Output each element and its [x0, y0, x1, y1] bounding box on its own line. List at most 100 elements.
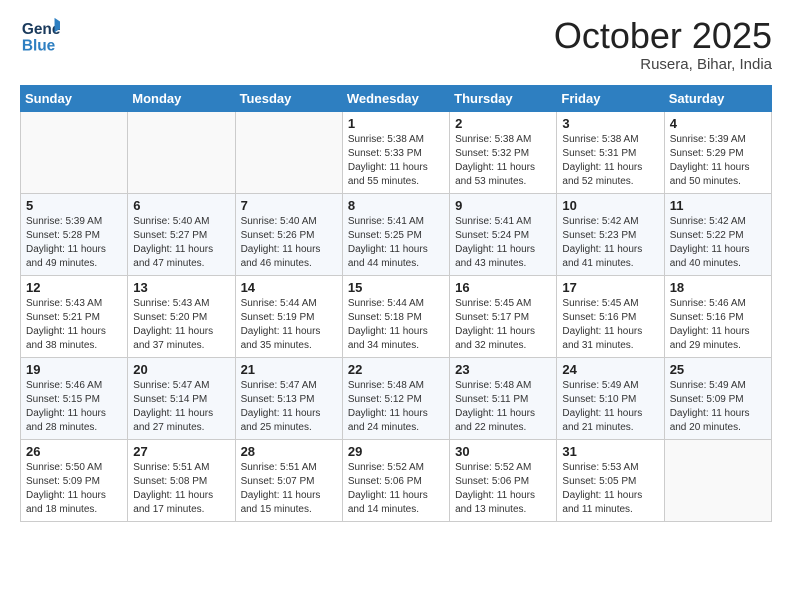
day-number: 25	[670, 362, 766, 377]
column-header-monday: Monday	[128, 85, 235, 111]
calendar-cell: 21 Sunrise: 5:47 AMSunset: 5:13 PMDayligh…	[235, 357, 342, 439]
calendar-cell: 10 Sunrise: 5:42 AMSunset: 5:23 PMDayligh…	[557, 193, 664, 275]
day-number: 18	[670, 280, 766, 295]
day-number: 20	[133, 362, 229, 377]
header: General Blue October 2025 Rusera, Bihar,…	[20, 16, 772, 73]
day-info: Sunrise: 5:51 AMSunset: 5:07 PMDaylight:…	[241, 461, 337, 517]
day-info: Sunrise: 5:40 AMSunset: 5:27 PMDaylight:…	[133, 215, 229, 271]
calendar-cell	[664, 439, 771, 521]
day-info: Sunrise: 5:42 AMSunset: 5:23 PMDaylight:…	[562, 215, 658, 271]
day-info: Sunrise: 5:41 AMSunset: 5:24 PMDaylight:…	[455, 215, 551, 271]
day-number: 13	[133, 280, 229, 295]
calendar-cell: 27 Sunrise: 5:51 AMSunset: 5:08 PMDayligh…	[128, 439, 235, 521]
calendar-cell: 20Sunrise: 5:47 AMSunset: 5:14 PMDayligh…	[128, 357, 235, 439]
column-header-saturday: Saturday	[664, 85, 771, 111]
calendar-header-row: SundayMondayTuesdayWednesdayThursdayFrid…	[21, 85, 772, 111]
calendar-cell: 30Sunrise: 5:52 AMSunset: 5:06 PMDayligh…	[450, 439, 557, 521]
day-info: Sunrise: 5:50 AMSunset: 5:09 PMDaylight:…	[26, 461, 122, 517]
day-number: 1	[348, 116, 444, 131]
calendar-cell: 3 Sunrise: 5:38 AMSunset: 5:31 PMDaylight…	[557, 111, 664, 193]
day-info: Sunrise: 5:38 AMSunset: 5:31 PMDaylight:…	[562, 133, 658, 189]
calendar-cell	[128, 111, 235, 193]
day-number: 24	[562, 362, 658, 377]
calendar-cell: 2Sunrise: 5:38 AMSunset: 5:32 PMDaylight…	[450, 111, 557, 193]
calendar-cell: 6 Sunrise: 5:40 AMSunset: 5:27 PMDaylight…	[128, 193, 235, 275]
calendar-cell: 23 Sunrise: 5:48 AMSunset: 5:11 PMDayligh…	[450, 357, 557, 439]
day-number: 5	[26, 198, 122, 213]
column-header-sunday: Sunday	[21, 85, 128, 111]
day-info: Sunrise: 5:49 AMSunset: 5:09 PMDaylight:…	[670, 379, 766, 435]
logo: General Blue	[20, 16, 64, 56]
day-number: 7	[241, 198, 337, 213]
day-number: 28	[241, 444, 337, 459]
day-info: Sunrise: 5:46 AMSunset: 5:15 PMDaylight:…	[26, 379, 122, 435]
day-info: Sunrise: 5:38 AMSunset: 5:33 PMDaylight:…	[348, 133, 444, 189]
calendar-cell: 26Sunrise: 5:50 AMSunset: 5:09 PMDayligh…	[21, 439, 128, 521]
day-number: 8	[348, 198, 444, 213]
day-number: 9	[455, 198, 551, 213]
day-number: 11	[670, 198, 766, 213]
day-info: Sunrise: 5:39 AMSunset: 5:28 PMDaylight:…	[26, 215, 122, 271]
calendar-cell: 19 Sunrise: 5:46 AMSunset: 5:15 PMDayligh…	[21, 357, 128, 439]
day-number: 6	[133, 198, 229, 213]
column-header-thursday: Thursday	[450, 85, 557, 111]
calendar-cell	[235, 111, 342, 193]
title-block: October 2025 Rusera, Bihar, India	[554, 16, 772, 73]
day-number: 23	[455, 362, 551, 377]
week-row-1: 1 Sunrise: 5:38 AMSunset: 5:33 PMDaylight…	[21, 111, 772, 193]
calendar-cell: 4 Sunrise: 5:39 AMSunset: 5:29 PMDaylight…	[664, 111, 771, 193]
day-number: 27	[133, 444, 229, 459]
day-number: 15	[348, 280, 444, 295]
day-number: 31	[562, 444, 658, 459]
day-number: 21	[241, 362, 337, 377]
day-info: Sunrise: 5:40 AMSunset: 5:26 PMDaylight:…	[241, 215, 337, 271]
day-info: Sunrise: 5:44 AMSunset: 5:18 PMDaylight:…	[348, 297, 444, 353]
month-title: October 2025	[554, 16, 772, 56]
day-number: 12	[26, 280, 122, 295]
calendar-cell: 24Sunrise: 5:49 AMSunset: 5:10 PMDayligh…	[557, 357, 664, 439]
calendar-cell: 15 Sunrise: 5:44 AMSunset: 5:18 PMDayligh…	[342, 275, 449, 357]
day-info: Sunrise: 5:42 AMSunset: 5:22 PMDaylight:…	[670, 215, 766, 271]
day-info: Sunrise: 5:45 AMSunset: 5:16 PMDaylight:…	[562, 297, 658, 353]
day-number: 17	[562, 280, 658, 295]
calendar-cell: 5 Sunrise: 5:39 AMSunset: 5:28 PMDaylight…	[21, 193, 128, 275]
day-number: 10	[562, 198, 658, 213]
calendar-cell: 14 Sunrise: 5:44 AMSunset: 5:19 PMDayligh…	[235, 275, 342, 357]
calendar-cell: 8 Sunrise: 5:41 AMSunset: 5:25 PMDaylight…	[342, 193, 449, 275]
day-info: Sunrise: 5:39 AMSunset: 5:29 PMDaylight:…	[670, 133, 766, 189]
week-row-3: 12Sunrise: 5:43 AMSunset: 5:21 PMDayligh…	[21, 275, 772, 357]
calendar-cell: 25 Sunrise: 5:49 AMSunset: 5:09 PMDayligh…	[664, 357, 771, 439]
calendar-cell: 12Sunrise: 5:43 AMSunset: 5:21 PMDayligh…	[21, 275, 128, 357]
column-header-friday: Friday	[557, 85, 664, 111]
calendar-cell: 7 Sunrise: 5:40 AMSunset: 5:26 PMDaylight…	[235, 193, 342, 275]
calendar-cell	[21, 111, 128, 193]
day-info: Sunrise: 5:38 AMSunset: 5:32 PMDaylight:…	[455, 133, 551, 189]
day-info: Sunrise: 5:48 AMSunset: 5:11 PMDaylight:…	[455, 379, 551, 435]
day-number: 14	[241, 280, 337, 295]
calendar-cell: 1 Sunrise: 5:38 AMSunset: 5:33 PMDaylight…	[342, 111, 449, 193]
day-number: 19	[26, 362, 122, 377]
column-header-tuesday: Tuesday	[235, 85, 342, 111]
day-info: Sunrise: 5:44 AMSunset: 5:19 PMDaylight:…	[241, 297, 337, 353]
day-number: 16	[455, 280, 551, 295]
day-number: 4	[670, 116, 766, 131]
svg-text:Blue: Blue	[22, 38, 56, 55]
calendar-cell: 11 Sunrise: 5:42 AMSunset: 5:22 PMDayligh…	[664, 193, 771, 275]
day-info: Sunrise: 5:45 AMSunset: 5:17 PMDaylight:…	[455, 297, 551, 353]
day-number: 29	[348, 444, 444, 459]
column-header-wednesday: Wednesday	[342, 85, 449, 111]
day-info: Sunrise: 5:52 AMSunset: 5:06 PMDaylight:…	[455, 461, 551, 517]
day-info: Sunrise: 5:43 AMSunset: 5:20 PMDaylight:…	[133, 297, 229, 353]
day-info: Sunrise: 5:48 AMSunset: 5:12 PMDaylight:…	[348, 379, 444, 435]
day-info: Sunrise: 5:46 AMSunset: 5:16 PMDaylight:…	[670, 297, 766, 353]
day-info: Sunrise: 5:51 AMSunset: 5:08 PMDaylight:…	[133, 461, 229, 517]
svg-text:General: General	[22, 21, 60, 38]
day-number: 3	[562, 116, 658, 131]
location-subtitle: Rusera, Bihar, India	[554, 56, 772, 73]
day-info: Sunrise: 5:47 AMSunset: 5:13 PMDaylight:…	[241, 379, 337, 435]
calendar-cell: 18 Sunrise: 5:46 AMSunset: 5:16 PMDayligh…	[664, 275, 771, 357]
day-info: Sunrise: 5:41 AMSunset: 5:25 PMDaylight:…	[348, 215, 444, 271]
calendar-cell: 28 Sunrise: 5:51 AMSunset: 5:07 PMDayligh…	[235, 439, 342, 521]
calendar-cell: 9 Sunrise: 5:41 AMSunset: 5:24 PMDaylight…	[450, 193, 557, 275]
day-info: Sunrise: 5:52 AMSunset: 5:06 PMDaylight:…	[348, 461, 444, 517]
